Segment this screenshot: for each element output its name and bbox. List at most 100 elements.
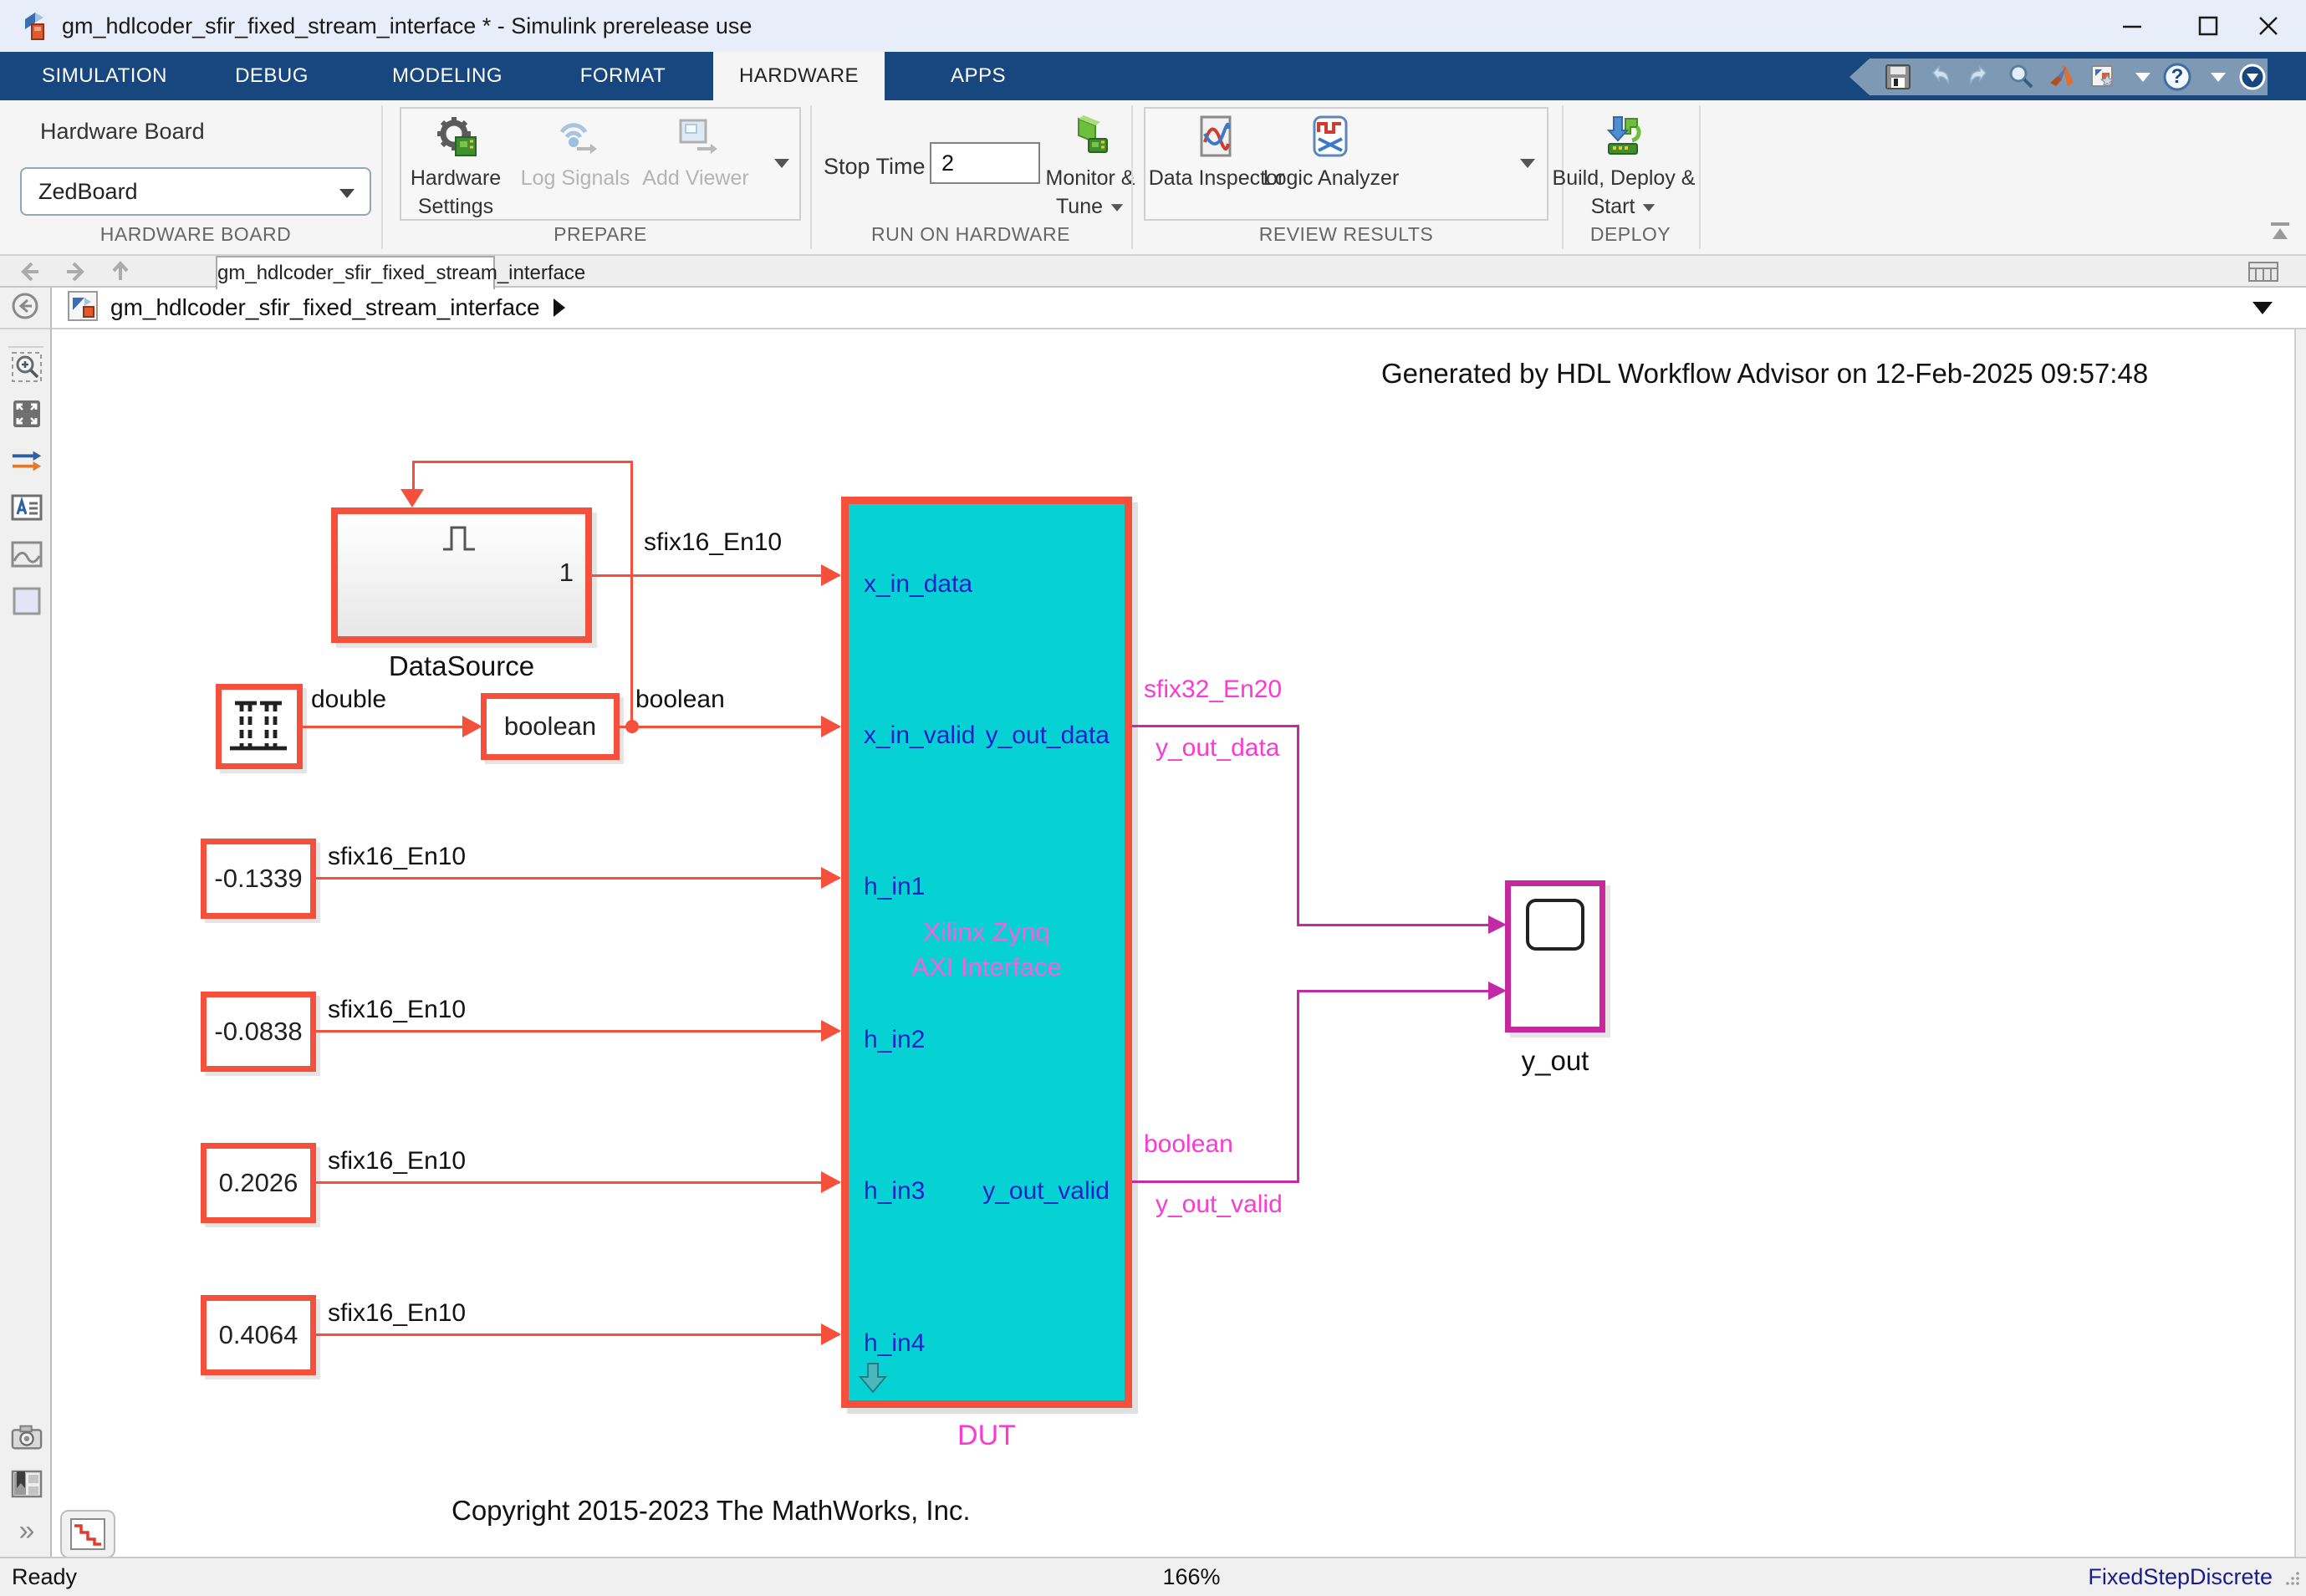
search-icon[interactable] — [2006, 62, 2035, 92]
dut-link-arrow-icon — [859, 1362, 887, 1394]
area-box-icon[interactable] — [11, 585, 43, 617]
save-icon[interactable] — [1883, 62, 1912, 92]
redo-icon[interactable] — [1965, 62, 1994, 92]
breadcrumb-caret-icon[interactable] — [554, 298, 565, 317]
datasource-outport-number: 1 — [559, 558, 574, 588]
signal-type-double: double — [311, 686, 386, 714]
dut-title-line1: Xilinx Zynq — [849, 917, 1125, 947]
block-pulse-generator[interactable] — [216, 684, 303, 769]
boolean-block-text: boolean — [504, 711, 596, 742]
gear-chip-icon — [432, 114, 479, 161]
zoom-region-icon[interactable] — [11, 351, 43, 383]
block-constant-h2[interactable]: -0.0838 — [201, 992, 316, 1072]
wire-feedback-top[interactable] — [412, 461, 633, 463]
signal-type-h1: sfix16_En10 — [328, 843, 466, 871]
wire-y-out-valid-3[interactable] — [1297, 990, 1490, 992]
block-constant-h3[interactable]: 0.2026 — [201, 1143, 316, 1223]
logic-analyzer-button[interactable]: Logic Analyzer — [1256, 114, 1406, 193]
block-scope-y-out[interactable] — [1505, 880, 1605, 1033]
block-constant-h4[interactable]: 0.4064 — [201, 1295, 316, 1375]
simulink-app-icon — [22, 11, 54, 47]
status-solver[interactable]: FixedStepDiscrete — [2088, 1558, 2273, 1596]
constant-value: -0.1339 — [214, 864, 302, 894]
nav-up-icon[interactable] — [107, 258, 134, 288]
annotation-icon[interactable] — [11, 492, 43, 523]
dut-port-y-out-valid: y_out_valid — [982, 1177, 1110, 1206]
close-button[interactable] — [2231, 0, 2306, 52]
signal-type-y-out-valid: boolean — [1144, 1130, 1233, 1159]
constant-value: -0.0838 — [214, 1017, 302, 1047]
build-deploy-start-button[interactable]: Build, Deploy & Start — [1548, 114, 1699, 222]
prepare-more-caret-icon[interactable] — [774, 159, 789, 168]
block-dut[interactable]: x_in_data x_in_valid h_in1 h_in2 h_in3 h… — [841, 497, 1132, 1408]
signal-type-boolean-in: boolean — [635, 686, 725, 714]
constant-value: 0.4064 — [219, 1320, 298, 1350]
status-ready: Ready — [12, 1558, 77, 1596]
viewmarks-icon[interactable] — [11, 1468, 43, 1500]
breadcrumb-gutter — [0, 288, 52, 329]
tab-hardware[interactable]: HARDWARE — [713, 52, 885, 100]
hardware-board-select[interactable]: ZedBoard — [20, 167, 371, 216]
wire-h-in4[interactable] — [316, 1333, 839, 1336]
tab-layout-icon[interactable] — [2247, 261, 2279, 287]
tab-simulation[interactable]: SIMULATION — [33, 52, 176, 100]
route-signals-icon[interactable] — [11, 445, 43, 477]
wire-double[interactable] — [303, 726, 467, 728]
copyright-text: Copyright 2015-2023 The MathWorks, Inc. — [452, 1495, 971, 1527]
add-viewer-button[interactable]: Add Viewer — [620, 114, 771, 193]
help-caret-down-icon[interactable] — [2211, 73, 2226, 82]
matlab-logo-icon[interactable] — [2047, 62, 2076, 92]
dut-label: DUT — [841, 1420, 1132, 1452]
breadcrumb-dropdown-icon[interactable] — [2252, 302, 2273, 314]
tab-modeling[interactable]: MODELING — [368, 52, 527, 100]
sample-time-legend-button[interactable] — [60, 1510, 115, 1558]
wire-h-in3[interactable] — [316, 1181, 839, 1184]
block-boolean-cast[interactable]: boolean — [481, 693, 620, 760]
collapse-toolstrip-button[interactable] — [2268, 221, 2293, 247]
wire-y-out-data-3[interactable] — [1297, 924, 1490, 926]
tab-apps[interactable]: APPS — [911, 52, 1045, 100]
wire-y-out-valid-1[interactable] — [1132, 1180, 1298, 1183]
palette-expand-chevrons[interactable]: » — [11, 1515, 43, 1547]
section-caption-run-on-hardware: RUN ON HARDWARE — [810, 223, 1131, 246]
minimize-ribbon-icon[interactable] — [2237, 62, 2268, 92]
tab-debug[interactable]: DEBUG — [209, 52, 334, 100]
wire-y-out-valid-2[interactable] — [1297, 990, 1299, 1183]
favorites-caret-down-icon[interactable] — [2135, 73, 2150, 82]
monitor-tune-button[interactable]: Monitor & Tune — [1023, 114, 1157, 222]
add-favorite-model-icon[interactable] — [2088, 62, 2117, 92]
wire-y-out-data-2[interactable] — [1297, 725, 1299, 926]
fit-to-view-icon[interactable] — [11, 398, 43, 430]
review-results-more-caret-icon[interactable] — [1520, 159, 1535, 168]
screenshot-camera-icon[interactable] — [11, 1421, 43, 1453]
undo-icon[interactable] — [1924, 62, 1953, 92]
scope-label: y_out — [1497, 1045, 1614, 1077]
wire-y-out-data-1[interactable] — [1132, 725, 1298, 727]
monitor-tune-caret-icon — [1111, 204, 1123, 212]
wire-feedback-vertical[interactable] — [630, 461, 633, 727]
monitor-tune-icon — [1067, 114, 1114, 161]
hide-browser-icon[interactable] — [10, 291, 40, 325]
minimize-button[interactable] — [2094, 0, 2170, 52]
arrowhead-h-in2-icon — [821, 1020, 841, 1042]
block-datasource[interactable]: 1 — [331, 507, 592, 643]
help-icon[interactable]: ? — [2162, 62, 2192, 92]
image-icon[interactable] — [11, 538, 43, 570]
breadcrumb-model-name[interactable]: gm_hdlcoder_sfir_fixed_stream_interface — [110, 294, 540, 321]
wire-x-in-valid[interactable] — [620, 726, 839, 728]
arrowhead-x-in-data-icon — [821, 564, 841, 586]
resize-grip-icon[interactable] — [2284, 1570, 2301, 1587]
status-zoom-level[interactable]: 166% — [1137, 1558, 1246, 1596]
wire-h-in2[interactable] — [316, 1030, 839, 1033]
wire-feedback-drop[interactable] — [412, 461, 415, 492]
wire-h-in1[interactable] — [316, 877, 839, 880]
nav-forward-icon[interactable] — [60, 259, 90, 288]
nav-back-icon[interactable] — [15, 259, 45, 288]
dut-port-h-in4: h_in4 — [864, 1329, 925, 1358]
tab-format[interactable]: FORMAT — [560, 52, 686, 100]
wire-x-in-data[interactable] — [592, 574, 839, 577]
block-constant-h1[interactable]: -0.1339 — [201, 839, 316, 919]
dut-port-x-in-valid: x_in_valid — [864, 722, 975, 750]
constant-value: 0.2026 — [219, 1168, 298, 1198]
document-tab[interactable]: gm_hdlcoder_sfir_fixed_stream_interface — [216, 256, 495, 289]
